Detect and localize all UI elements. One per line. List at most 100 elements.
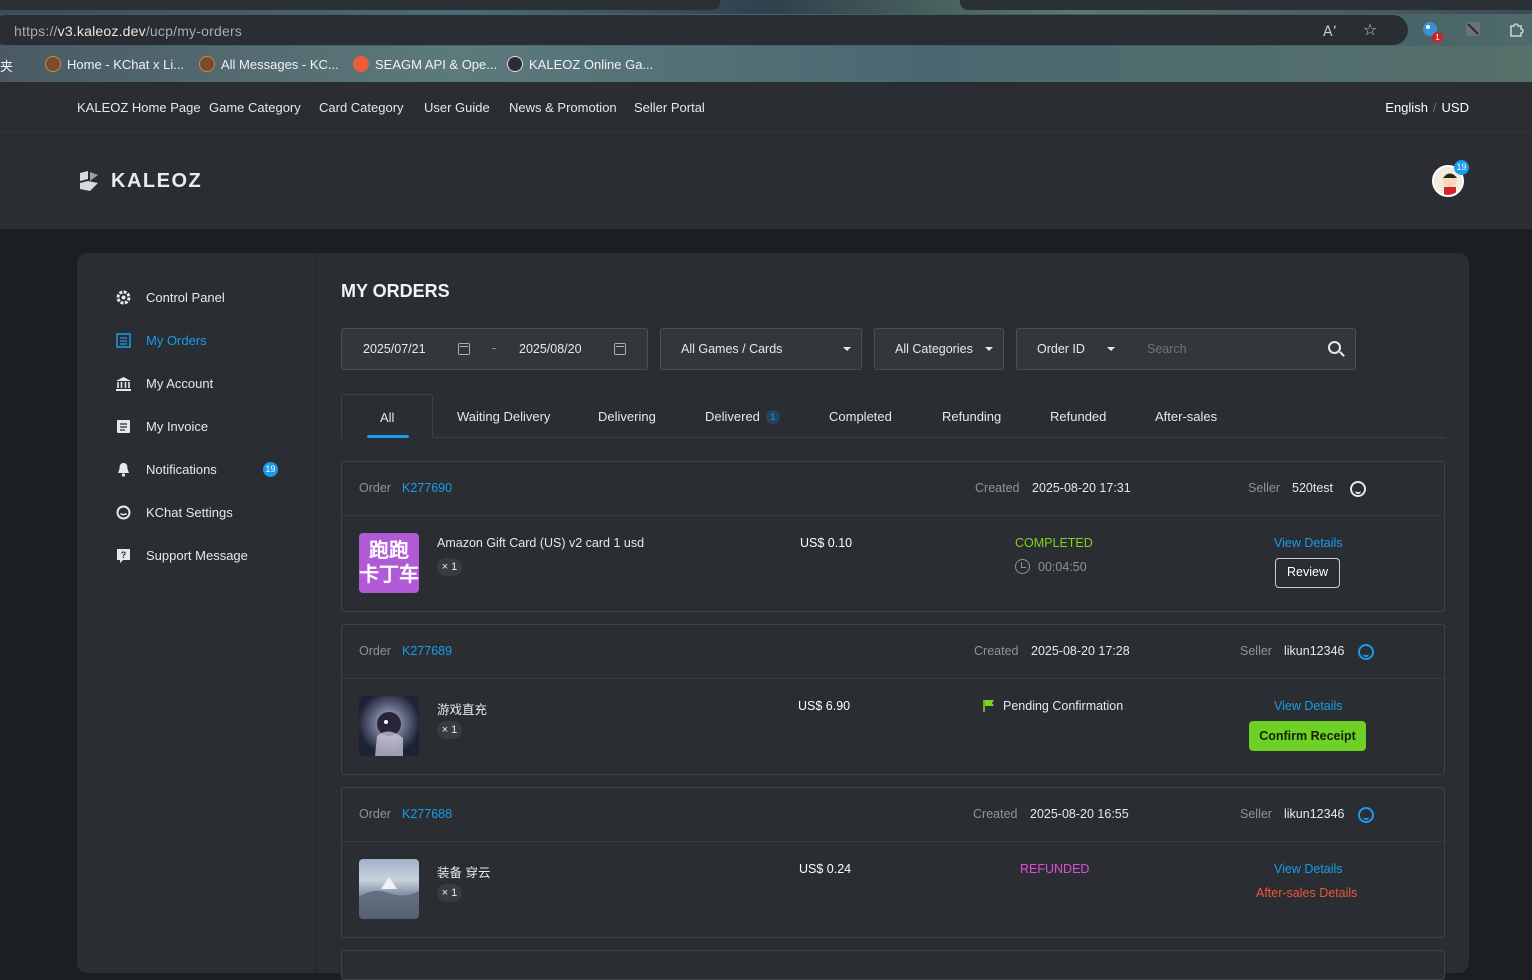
view-details-link[interactable]: View Details <box>1274 862 1343 876</box>
browser-tab[interactable] <box>0 0 720 10</box>
bookmark-item[interactable]: KALEOZ Online Ga... <box>507 56 653 72</box>
extension-icon[interactable]: 1 <box>1420 20 1443 43</box>
sidebar-item-label: Notifications <box>146 461 217 477</box>
bookmark-favicon <box>507 56 523 72</box>
site-top-nav: KALEOZ Home Page Game Category Card Cate… <box>0 82 1532 133</box>
chevron-down-icon <box>1107 347 1115 351</box>
product-name[interactable]: 游戏直充 <box>437 699 487 718</box>
order-label: Order <box>359 481 391 495</box>
language-currency-switch[interactable]: English / USD <box>1385 100 1469 115</box>
view-details-link[interactable]: View Details <box>1274 699 1343 713</box>
tab-delivered[interactable]: Delivered 1 <box>705 409 780 424</box>
review-button[interactable]: Review <box>1275 558 1340 588</box>
order-price: US$ 0.24 <box>799 862 852 876</box>
tab-delivering[interactable]: Delivering <box>598 409 656 424</box>
tab-label: Delivered <box>705 409 760 424</box>
order-status: REFUNDED <box>1020 862 1090 876</box>
bank-icon <box>115 375 132 392</box>
kaleoz-logo[interactable]: KALEOZ <box>77 169 202 193</box>
order-id-link[interactable]: K277690 <box>402 481 452 495</box>
date-range-picker[interactable]: 2025/07/21 - 2025/08/20 <box>341 328 648 370</box>
chat-seller-icon[interactable] <box>1350 481 1366 497</box>
order-card: Order K277690 Created 2025-08-20 17:31 S… <box>341 461 1445 612</box>
chat-seller-icon[interactable] <box>1358 644 1374 660</box>
bookmark-item[interactable]: SEAGM API & Ope... <box>353 56 497 72</box>
bookmark-item[interactable]: All Messages - KC... <box>199 56 339 72</box>
nav-news-promotion[interactable]: News & Promotion <box>509 100 617 115</box>
calendar-icon <box>458 343 470 355</box>
sidebar-item-my-orders[interactable]: My Orders <box>115 330 207 350</box>
address-bar[interactable]: https://v3.kaleoz.dev/ucp/my-orders Aʼ ☆ <box>0 15 1408 45</box>
gear-icon <box>115 289 132 306</box>
nav-card-category[interactable]: Card Category <box>319 100 404 115</box>
sidebar-item-my-invoice[interactable]: My Invoice <box>115 416 208 436</box>
extension-icon[interactable] <box>1463 20 1483 40</box>
search-input[interactable]: Search <box>1147 342 1187 356</box>
seller-name[interactable]: likun12346 <box>1284 807 1344 821</box>
sidebar-item-notifications[interactable]: Notifications <box>115 459 217 479</box>
quantity-badge: × 1 <box>437 721 462 739</box>
order-search: Order ID Search <box>1016 328 1356 370</box>
created-label: Created <box>973 807 1018 821</box>
date-to[interactable]: 2025/08/20 <box>519 342 582 356</box>
product-thumbnail[interactable]: 跑跑 卡丁车 <box>359 533 419 593</box>
tab-count-badge: 1 <box>765 410 780 424</box>
tab-after-sales[interactable]: After-sales <box>1155 409 1217 424</box>
product-thumbnail[interactable] <box>359 859 419 919</box>
product-name[interactable]: 装备 穿云 <box>437 862 490 881</box>
sidebar-item-label: My Account <box>146 375 214 391</box>
sidebar-item-support-message[interactable]: ? Support Message <box>115 545 248 565</box>
created-label: Created <box>975 481 1020 495</box>
order-card: Order K277688 Created 2025-08-20 16:55 S… <box>341 787 1445 938</box>
sidebar-item-my-account[interactable]: My Account <box>115 373 213 393</box>
bookmark-item[interactable]: Home - KChat x Li... <box>45 56 184 72</box>
sidebar-item-kchat-settings[interactable]: KChat Settings <box>115 502 233 522</box>
help-icon: ? <box>115 547 132 564</box>
search-icon[interactable] <box>1328 341 1341 354</box>
seller-name[interactable]: likun12346 <box>1284 644 1344 658</box>
tab-waiting-delivery[interactable]: Waiting Delivery <box>457 409 550 424</box>
nav-seller-portal[interactable]: Seller Portal <box>634 100 705 115</box>
nav-user-guide[interactable]: User Guide <box>424 100 490 115</box>
browser-tab-strip <box>0 0 1532 14</box>
bookmark-folder[interactable]: 夹 <box>0 56 13 75</box>
extension-badge: 1 <box>1432 32 1443 43</box>
order-header: Order K277690 Created 2025-08-20 17:31 S… <box>342 462 1444 516</box>
order-status-tabs: All Waiting Delivery Delivering Delivere… <box>341 394 1445 438</box>
nav-home[interactable]: KALEOZ Home Page <box>77 100 201 115</box>
chat-seller-icon[interactable] <box>1358 807 1374 823</box>
thumbnail-text: 跑跑 <box>369 538 409 562</box>
tab-completed[interactable]: Completed <box>829 409 892 424</box>
browser-tab[interactable] <box>960 0 1532 10</box>
extensions-puzzle-icon[interactable] <box>1506 20 1526 40</box>
tab-all[interactable]: All <box>341 394 433 438</box>
created-time: 2025-08-20 16:55 <box>1030 807 1129 821</box>
read-aloud-icon[interactable]: Aʼ <box>1320 22 1340 42</box>
tab-refunding[interactable]: Refunding <box>942 409 1001 424</box>
order-id-link[interactable]: K277688 <box>402 807 452 821</box>
view-details-link[interactable]: View Details <box>1274 536 1343 550</box>
favorite-star-icon[interactable]: ☆ <box>1360 20 1380 40</box>
seller-name[interactable]: 520test <box>1292 481 1333 495</box>
product-name[interactable]: Amazon Gift Card (US) v2 card 1 usd <box>437 536 644 550</box>
date-from[interactable]: 2025/07/21 <box>363 342 426 356</box>
tab-refunded[interactable]: Refunded <box>1050 409 1106 424</box>
nav-game-category[interactable]: Game Category <box>209 100 301 115</box>
search-by-select[interactable]: Order ID <box>1037 342 1085 356</box>
after-sales-details-link[interactable]: After-sales Details <box>1256 886 1357 900</box>
seller-label: Seller <box>1240 807 1272 821</box>
order-status: COMPLETED <box>1015 536 1093 550</box>
sidebar-item-control-panel[interactable]: Control Panel <box>115 287 225 307</box>
bookmark-favicon <box>199 56 215 72</box>
invoice-icon <box>115 418 132 435</box>
seller-label: Seller <box>1240 644 1272 658</box>
logo-mark-icon <box>77 169 101 193</box>
games-cards-select[interactable]: All Games / Cards <box>660 328 862 370</box>
product-thumbnail[interactable] <box>359 696 419 756</box>
confirm-receipt-button[interactable]: Confirm Receipt <box>1249 721 1366 751</box>
categories-select[interactable]: All Categories <box>874 328 1004 370</box>
categories-value: All Categories <box>895 342 973 356</box>
order-id-link[interactable]: K277689 <box>402 644 452 658</box>
sidebar-item-label: My Orders <box>146 332 207 348</box>
order-status: Pending Confirmation <box>1003 699 1124 713</box>
